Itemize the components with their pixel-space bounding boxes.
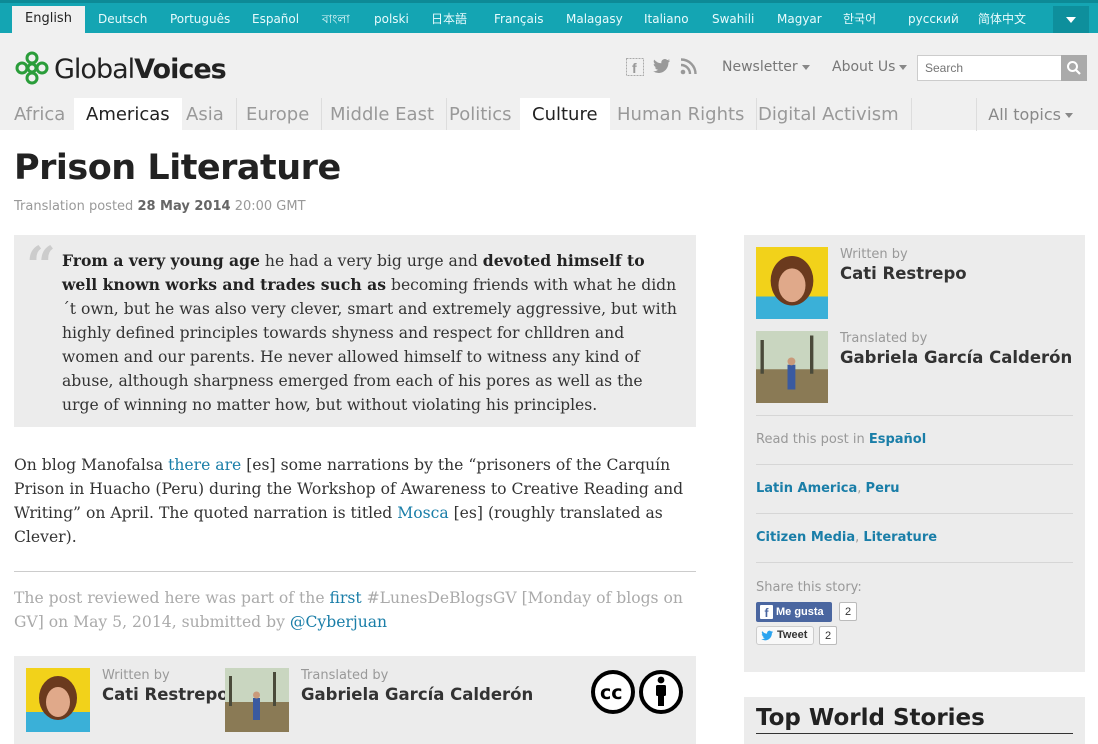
tweet-count: 2	[819, 626, 838, 645]
lang-magyar[interactable]: Magyar	[777, 6, 822, 33]
article-meta: Translation posted 28 May 2014 20:00 GMT	[14, 199, 306, 214]
topic-europe[interactable]: Europe	[234, 98, 323, 130]
article-blockquote: “ From a very young age he had a very bi…	[14, 235, 696, 427]
share-label: Share this story:	[756, 580, 862, 595]
mosca-link[interactable]: Mosca	[397, 504, 448, 522]
sidebar-author-avatar[interactable]	[756, 247, 828, 319]
author-name[interactable]: Cati Restrepo	[102, 685, 229, 704]
divider	[14, 571, 696, 572]
divider	[756, 562, 1073, 563]
topics-nav: Africa Americas Asia Europe Middle East …	[0, 98, 1098, 131]
first-link[interactable]: first	[330, 589, 362, 607]
article-sidebar: Written by Cati Restrepo Translated by G…	[744, 235, 1085, 672]
top-stories-heading: Top World Stories	[756, 705, 985, 731]
divider	[756, 513, 1073, 514]
divider	[756, 733, 1073, 734]
twitter-icon	[761, 630, 773, 641]
svg-text:f: f	[632, 60, 637, 76]
category-tags: Citizen Media, Literature	[756, 530, 938, 545]
topic-culture[interactable]: Culture	[520, 98, 610, 130]
tag-peru[interactable]: Peru	[866, 481, 900, 496]
article-note: The post reviewed here was part of the f…	[14, 589, 683, 631]
lang-swahili[interactable]: Swahili	[712, 6, 754, 33]
article-title: Prison Literature	[14, 148, 341, 188]
tag-literature[interactable]: Literature	[863, 530, 937, 545]
divider	[756, 464, 1073, 465]
sidebar-written-by-label: Written by	[840, 247, 908, 262]
tag-citizen-media[interactable]: Citizen Media	[756, 530, 855, 545]
chevron-down-icon	[1065, 113, 1073, 118]
lang-japanese[interactable]: 日本語	[431, 6, 467, 33]
tweet-button[interactable]: Tweet	[756, 626, 814, 645]
divider	[756, 415, 1073, 416]
site-header: GlobalVoices f Newsletter About Us	[0, 33, 1098, 98]
lang-russian[interactable]: русский	[908, 6, 959, 33]
more-languages-toggle[interactable]	[1053, 6, 1089, 33]
article-paragraph: On blog Manofalsa there are [es] some na…	[14, 456, 684, 546]
topic-americas[interactable]: Americas	[74, 98, 182, 130]
topic-middle-east[interactable]: Middle East	[318, 98, 448, 130]
language-bar: English Deutsch Português Español বাংলা …	[0, 0, 1098, 33]
chevron-down-icon	[899, 64, 908, 70]
written-by-label: Written by	[102, 668, 170, 683]
top-world-stories: Top World Stories	[744, 697, 1085, 744]
article-credits: Written by Cati Restrepo Translated by G…	[14, 656, 696, 744]
sidebar-author-name[interactable]: Cati Restrepo	[840, 264, 967, 283]
translator-name[interactable]: Gabriela García Calderón	[301, 685, 533, 704]
sidebar-translator-avatar[interactable]	[756, 331, 828, 403]
logo-wordmark: GlobalVoices	[54, 54, 227, 85]
rss-icon[interactable]	[680, 58, 697, 79]
search-input[interactable]	[917, 55, 1062, 81]
lang-espanol[interactable]: Español	[252, 6, 299, 33]
search-icon	[1067, 61, 1081, 75]
topic-human-rights[interactable]: Human Rights	[605, 98, 758, 130]
lang-korean[interactable]: 한국어	[843, 6, 876, 33]
lang-portugues[interactable]: Português	[170, 6, 230, 33]
lang-francais[interactable]: Français	[494, 6, 543, 33]
cyberjuan-link[interactable]: @Cyberjuan	[290, 613, 387, 631]
facebook-like-button[interactable]: Me gusta	[756, 602, 832, 622]
tag-latin-america[interactable]: Latin America	[756, 481, 857, 496]
creative-commons-icon[interactable]: cc	[590, 668, 684, 716]
svg-text:cc: cc	[600, 682, 623, 704]
lang-deutsch[interactable]: Deutsch	[98, 6, 147, 33]
lang-bangla[interactable]: বাংলা	[322, 6, 350, 33]
quote-mark-icon: “	[26, 236, 56, 297]
topic-politics[interactable]: Politics	[437, 98, 525, 130]
lang-italiano[interactable]: Italiano	[644, 6, 689, 33]
lang-polski[interactable]: polski	[374, 6, 409, 33]
all-topics-menu[interactable]: All topics	[976, 98, 1073, 131]
search-button[interactable]	[1061, 55, 1087, 81]
topic-asia[interactable]: Asia	[174, 98, 237, 130]
facebook-like-count: 2	[839, 602, 858, 621]
region-tags: Latin America, Peru	[756, 481, 900, 496]
chevron-down-icon	[801, 64, 810, 70]
sidebar-translator-name[interactable]: Gabriela García Calderón	[840, 348, 1072, 367]
lang-chinese[interactable]: 简体中文	[978, 6, 1026, 33]
about-us-menu[interactable]: About Us	[832, 59, 908, 75]
read-in-other-language: Read this post in Español	[756, 432, 927, 447]
quote-text: From a very young age he had a very big …	[62, 251, 677, 414]
lang-english[interactable]: English	[12, 6, 85, 33]
sidebar-translated-by-label: Translated by	[840, 331, 928, 346]
there-are-link[interactable]: there are	[168, 456, 241, 474]
translated-by-label: Translated by	[301, 668, 389, 683]
read-in-espanol-link[interactable]: Español	[869, 432, 926, 447]
author-avatar[interactable]	[26, 668, 90, 732]
lang-malagasy[interactable]: Malagasy	[566, 6, 623, 33]
translator-avatar[interactable]	[225, 668, 289, 732]
topic-africa[interactable]: Africa	[2, 98, 79, 130]
topic-digital-activism[interactable]: Digital Activism	[746, 98, 912, 130]
facebook-icon[interactable]: f	[626, 58, 644, 80]
newsletter-menu[interactable]: Newsletter	[722, 59, 810, 75]
globalvoices-logo-icon	[15, 51, 49, 85]
twitter-icon[interactable]	[653, 58, 671, 78]
